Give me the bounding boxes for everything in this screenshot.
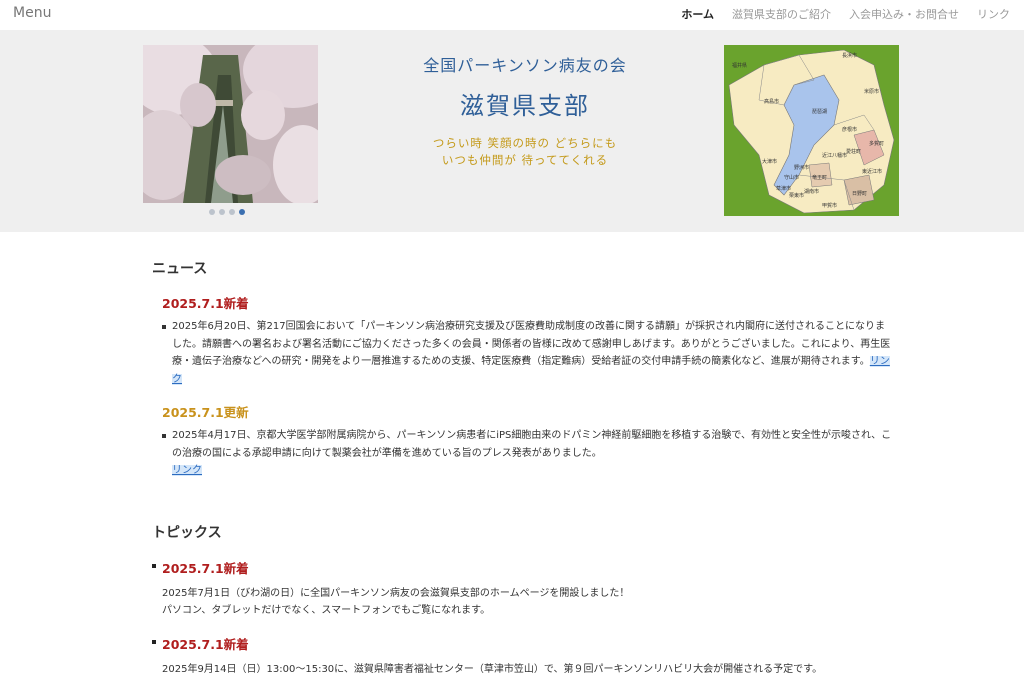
topic-body: 2025年9月14日（日）13:00〜15:30に、滋賀県障害者福祉センター（草… [152,661,892,678]
news-list: 2025年6月20日、第217回国会において「パーキンソン病治療研究支援及び医療… [162,318,892,388]
topic-line: 2025年9月14日（日）13:00〜15:30に、滋賀県障害者福祉センター（草… [162,664,823,675]
menu-button[interactable]: Menu [13,5,51,21]
map-label: 多賀町 [869,140,884,147]
map-label: 米原市 [864,88,879,95]
branch-name: 滋賀県支部 [460,92,590,120]
slogan-line-2: いつも仲間が 待っててくれる [441,153,609,167]
map-label: 福井県 [732,62,747,69]
topic-date: 2025.7.1新着 [162,637,249,652]
map-label: 近江八幡市 [822,152,847,159]
shiga-map: 福井県 長浜市 米原市 高島市 琵琶湖 彦根市 大津市 近江八幡市 東近江市 甲… [724,45,899,216]
news-list: 2025年4月17日、京都大学医学部附属病院から、パーキンソン病患者にiPS細胞… [162,427,892,480]
topic-line: 2025年7月1日（びわ湖の日）に全国パーキンソン病友の会滋賀県支部のホームペー… [162,588,630,599]
map-label: 琵琶湖 [812,108,827,115]
cherry-blossom-canal-image [143,45,318,203]
map-label: 野洲市 [794,164,809,171]
topic-bullet: 2025.7.1新着 [152,558,892,577]
hero-banner: 全国パーキンソン病友の会 滋賀県支部 つらい時 笑顔の時の どちらにも いつも仲… [0,30,1024,232]
map-label: 日野町 [852,190,867,197]
topics-section-title: トピックス [152,525,222,541]
map-label: 彦根市 [842,126,857,133]
map-label: 守山市 [784,174,799,181]
nav-links-page[interactable]: リンク [977,6,1010,22]
nav-about[interactable]: 滋賀県支部のご紹介 [732,6,831,22]
hero-text: 全国パーキンソン病友の会 滋賀県支部 つらい時 笑顔の時の どちらにも いつも仲… [370,52,680,169]
nav-home[interactable]: ホーム [681,6,714,22]
news-section-title: ニュース [152,261,208,277]
topic-bullet: 2025.7.1新着 [152,634,892,653]
map-label: 湖南市 [804,188,819,195]
news-link[interactable]: リンク [172,465,202,476]
map-label: 甲賀市 [822,202,837,209]
topic-body: 2025年7月1日（びわ湖の日）に全国パーキンソン病友の会滋賀県支部のホームペー… [152,585,892,619]
slogan: つらい時 笑顔の時の どちらにも いつも仲間が 待っててくれる [370,135,680,169]
carousel-dot[interactable] [229,209,235,215]
news-date: 2025.7.1新着 [162,296,249,311]
carousel-dot[interactable] [209,209,215,215]
nav-join-contact[interactable]: 入会申込み・お問合せ [849,6,959,22]
map-label: 草津市 [776,185,791,192]
map-label: 東近江市 [862,168,882,175]
top-nav: Menu ホーム 滋賀県支部のご紹介 入会申込み・お問合せ リンク [0,0,1024,30]
news-text: 2025年4月17日、京都大学医学部附属病院から、パーキンソン病患者にiPS細胞… [162,427,892,480]
carousel-dot-active[interactable] [239,209,245,215]
topic-date: 2025.7.1新着 [162,561,249,576]
carousel-dot[interactable] [219,209,225,215]
map-label: 栗東市 [789,192,804,199]
slogan-line-1: つらい時 笑顔の時の どちらにも [432,136,618,150]
news-item: 2025.7.1更新 2025年4月17日、京都大学医学部附属病院から、パーキン… [162,402,892,480]
topic-item: 2025.7.1新着 2025年9月14日（日）13:00〜15:30に、滋賀県… [152,634,892,678]
carousel-photo[interactable] [143,45,318,203]
topic-line: パソコン、タブレットだけでなく、スマートフォンでもご覧になれます。 [162,605,491,616]
carousel-indicators [209,209,245,215]
map-label: 竜王町 [812,174,827,181]
topic-item: 2025.7.1新着 2025年7月1日（びわ湖の日）に全国パーキンソン病友の会… [152,558,892,619]
news-date: 2025.7.1更新 [162,405,249,420]
news-text: 2025年6月20日、第217回国会において「パーキンソン病治療研究支援及び医療… [162,318,892,388]
map-label: 高島市 [764,98,779,105]
map-label: 長浜市 [842,52,857,59]
org-name: 全国パーキンソン病友の会 [423,56,627,75]
news-item: 2025.7.1新着 2025年6月20日、第217回国会において「パーキンソン… [162,293,892,388]
shiga-map-image: 福井県 長浜市 米原市 高島市 琵琶湖 彦根市 大津市 近江八幡市 東近江市 甲… [724,45,899,216]
nav-links: ホーム 滋賀県支部のご紹介 入会申込み・お問合せ リンク [681,6,1010,22]
map-label: 大津市 [762,158,777,165]
map-label: 愛荘町 [846,148,861,155]
